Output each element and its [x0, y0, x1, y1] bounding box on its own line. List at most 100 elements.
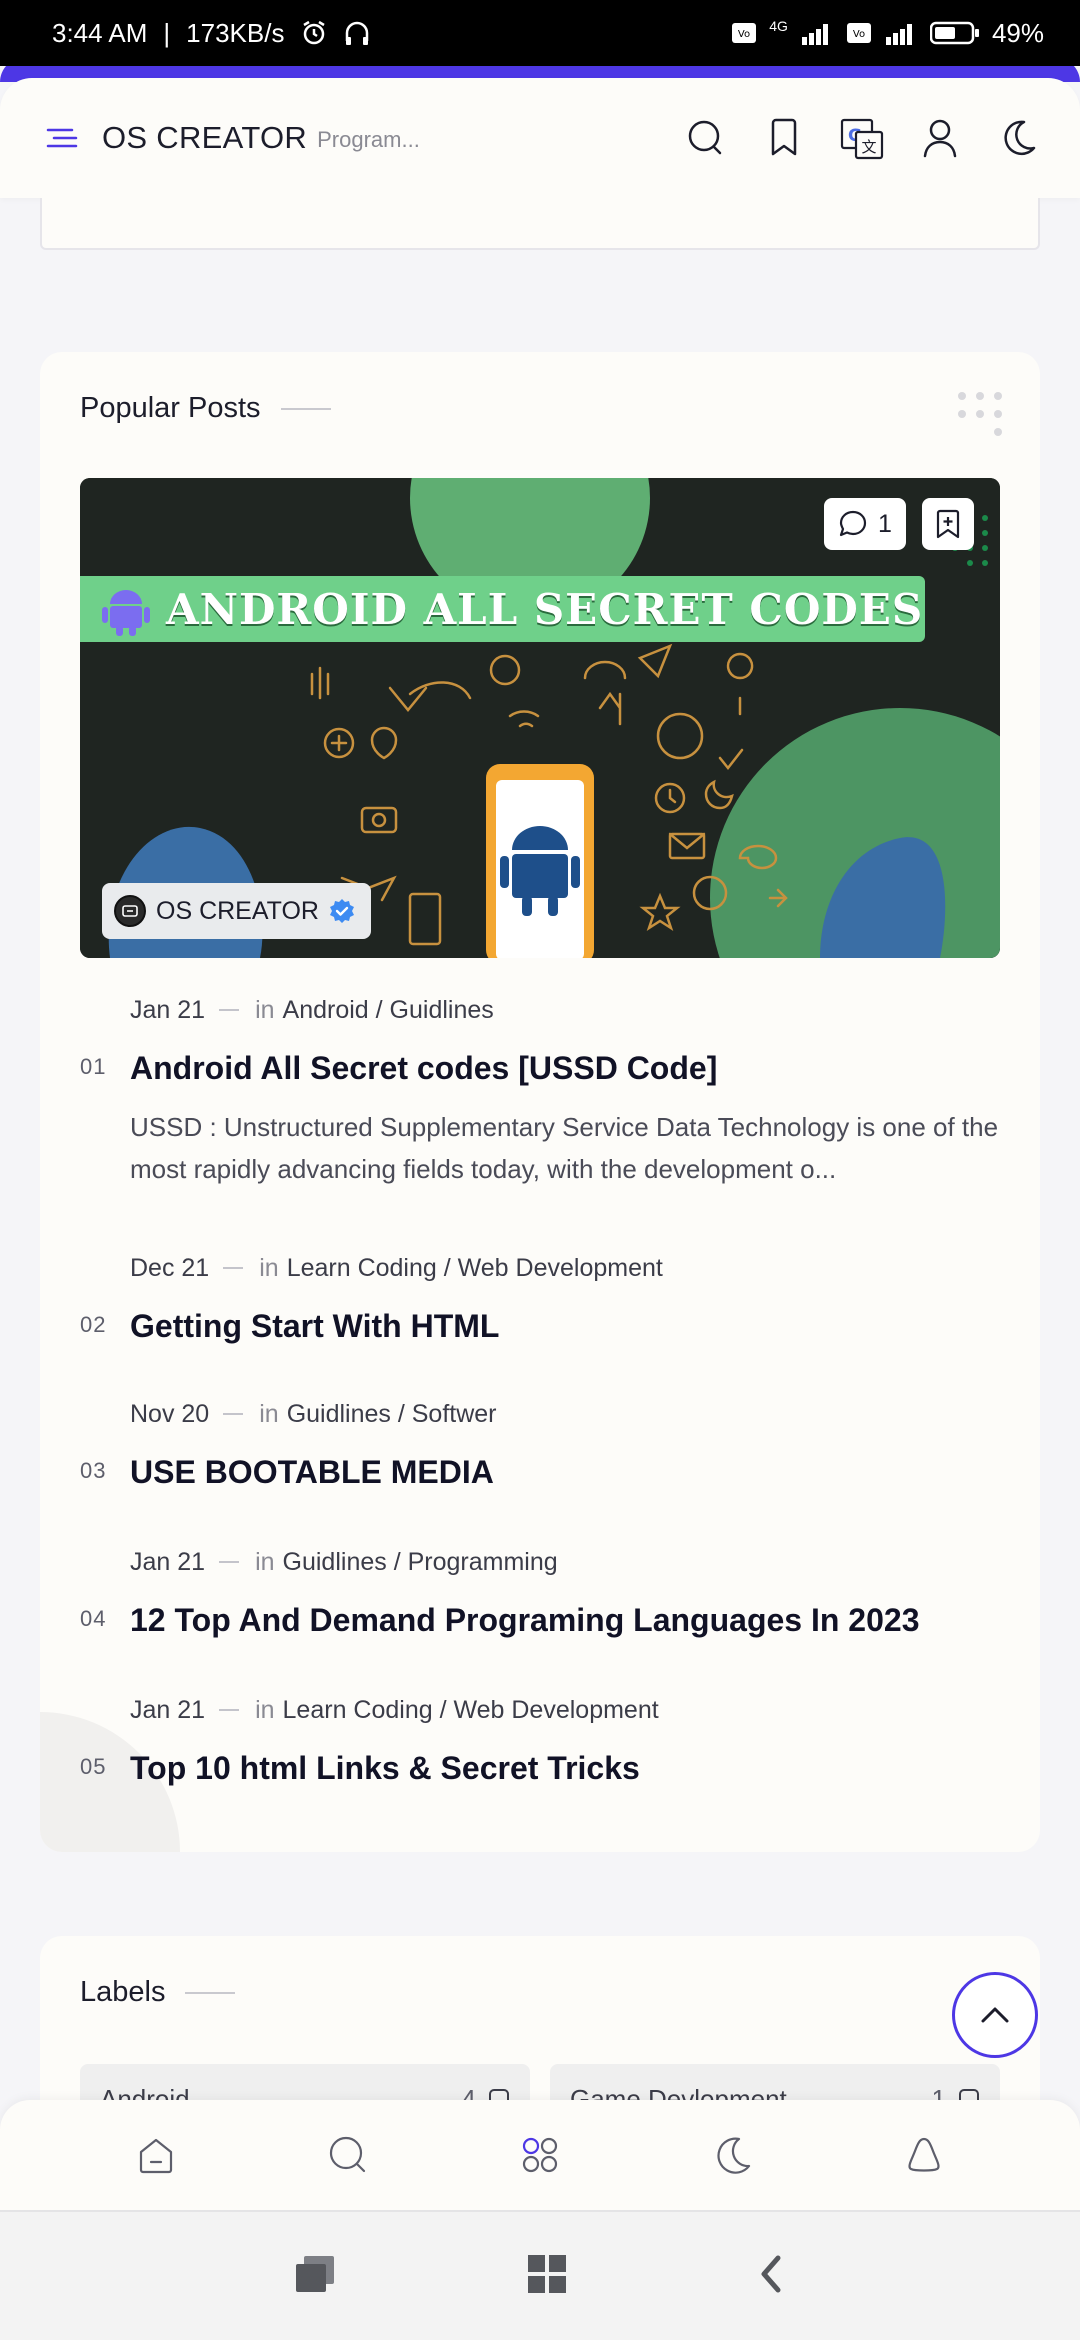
volte-icon-2: Vo — [846, 22, 872, 44]
profile-icon — [908, 2137, 940, 2172]
home-button[interactable] — [526, 2253, 568, 2300]
post-date: Jan 21 — [130, 995, 206, 1024]
post-date: Jan 21 — [130, 1547, 206, 1576]
svg-text:Vo: Vo — [738, 29, 750, 40]
author-avatar — [114, 895, 146, 927]
system-navigation-bar — [0, 2210, 1080, 2340]
post-date: Jan 21 — [130, 1695, 206, 1724]
post-rank: 02 — [80, 1312, 107, 1337]
back-icon — [761, 2255, 781, 2292]
nav-profile[interactable] — [894, 2125, 954, 2185]
android-robot-icon — [102, 590, 150, 636]
post-snippet: USSD : Unstructured Supplementary Servic… — [130, 1112, 999, 1184]
post-meta: Jan 21 in Learn Coding / Web Development — [130, 1695, 659, 1725]
post-title[interactable]: USE BOOTABLE MEDIA — [130, 1452, 1000, 1492]
signal-icon-2 — [884, 21, 918, 45]
post-category[interactable]: Learn Coding / Web Development — [283, 1696, 659, 1725]
scroll-to-top-button[interactable] — [952, 1972, 1038, 2058]
popular-post-item[interactable]: Nov 20 in Guidlines / Softwer USE BOOTAB… — [80, 1396, 1000, 1544]
comment-count-chip[interactable]: 1 — [824, 498, 906, 550]
verified-badge-icon — [330, 899, 354, 923]
featured-banner-text: ANDROID ALL SECRET CODES — [166, 584, 924, 634]
bottom-navigation — [0, 2100, 1080, 2210]
author-chip[interactable]: OS CREATOR — [102, 883, 371, 939]
svg-text:Vo: Vo — [853, 29, 865, 40]
post-category[interactable]: Guidlines / Programming — [283, 1548, 558, 1577]
back-button[interactable] — [756, 2254, 786, 2299]
bookmark-button[interactable] — [762, 116, 806, 160]
nav-home[interactable] — [126, 2125, 186, 2185]
widget-title: Labels — [80, 1976, 236, 2009]
bookmark-add-icon — [936, 509, 960, 539]
nav-search[interactable] — [318, 2125, 378, 2185]
popular-post-item[interactable]: Dec 21 in Learn Coding / Web Development… — [80, 1250, 1000, 1396]
nav-apps[interactable] — [510, 2125, 570, 2185]
network-type: 4G — [769, 18, 788, 34]
apps-icon — [522, 2137, 558, 2173]
status-time: 3:44 AM — [52, 17, 148, 48]
post-rank: 04 — [80, 1606, 107, 1631]
battery-percent: 49% — [991, 17, 1044, 48]
app-header: OS CREATOR Program... G文 — [0, 78, 1080, 198]
author-name: OS CREATOR — [156, 896, 319, 925]
search-button[interactable] — [684, 116, 728, 160]
home-icon — [139, 2138, 173, 2174]
signal-icon — [800, 21, 834, 45]
translate-icon: G文 — [840, 118, 884, 160]
popular-post-item[interactable]: Jan 21 in Learn Coding / Web Development… — [80, 1692, 1000, 1812]
dark-mode-icon — [717, 2137, 751, 2174]
user-icon — [923, 119, 957, 158]
post-date: Nov 20 — [130, 1399, 210, 1428]
comment-icon — [839, 510, 867, 537]
save-post-button[interactable] — [922, 498, 974, 550]
popular-post-item[interactable]: Jan 21 in Guidlines / Programming 12 Top… — [80, 1544, 1000, 1692]
site-tagline: Program... — [317, 127, 420, 152]
featured-banner: ANDROID ALL SECRET CODES — [80, 576, 925, 642]
search-icon — [688, 120, 722, 155]
volte-icon: Vo — [731, 22, 757, 44]
post-title[interactable]: Top 10 html Links & Secret Tricks — [130, 1748, 1000, 1788]
popular-post-list: Jan 21 in Android / Guidlines Android Al… — [80, 992, 1000, 1812]
bookmark-icon — [771, 118, 797, 156]
post-rank: 03 — [80, 1458, 107, 1483]
recents-button[interactable] — [294, 2254, 338, 2299]
post-title[interactable]: 12 Top And Demand Programing Languages I… — [130, 1600, 1000, 1640]
headphones-icon — [344, 19, 370, 47]
post-rank: 01 — [80, 1054, 107, 1079]
popular-post-item[interactable]: Jan 21 in Android / Guidlines Android Al… — [80, 992, 1000, 1250]
post-category[interactable]: Learn Coding / Web Development — [287, 1254, 663, 1283]
post-title[interactable]: Getting Start With HTML — [130, 1306, 1000, 1346]
featured-post-image[interactable]: ANDROID ALL SECRET CODES 1 OS CREATOR — [80, 478, 1000, 958]
home-grid-icon — [528, 2254, 566, 2293]
translate-button[interactable]: G文 — [840, 116, 884, 160]
previous-card-bottom — [40, 198, 1040, 250]
post-meta: Nov 20 in Guidlines / Softwer — [130, 1399, 497, 1429]
menu-icon — [46, 128, 78, 148]
status-bar: 3:44 AM | 173KB/s Vo 4G Vo 49% — [0, 0, 1080, 66]
post-date: Dec 21 — [130, 1253, 210, 1282]
network-speed: 173KB/s — [186, 17, 285, 48]
recents-icon — [296, 2255, 334, 2292]
post-rank: 05 — [80, 1754, 107, 1779]
search-icon — [329, 2136, 366, 2173]
dark-mode-icon — [1004, 120, 1036, 156]
comment-count: 1 — [878, 509, 892, 538]
post-meta: Dec 21 in Learn Coding / Web Development — [130, 1253, 663, 1283]
post-meta: Jan 21 in Guidlines / Programming — [130, 1547, 558, 1577]
popular-posts-widget: Popular Posts ANDROID ALL SECRET CODES 1… — [40, 352, 1040, 1852]
nav-dark-mode[interactable] — [702, 2125, 762, 2185]
site-brand[interactable]: OS CREATOR — [102, 120, 307, 156]
post-category[interactable]: Guidlines / Softwer — [287, 1400, 497, 1429]
post-category[interactable]: Android / Guidlines — [283, 996, 494, 1025]
chevron-up-icon — [981, 2007, 1009, 2023]
battery-icon — [929, 21, 980, 45]
menu-button[interactable] — [40, 116, 84, 160]
post-meta: Jan 21 in Android / Guidlines — [130, 995, 494, 1025]
widget-dots-icon — [958, 392, 1002, 436]
alarm-icon — [300, 19, 328, 47]
dark-mode-button[interactable] — [996, 116, 1040, 160]
post-title[interactable]: Android All Secret codes [USSD Code] — [130, 1048, 1000, 1088]
widget-title: Popular Posts — [80, 392, 331, 425]
user-button[interactable] — [918, 116, 962, 160]
svg-text:文: 文 — [861, 138, 876, 156]
